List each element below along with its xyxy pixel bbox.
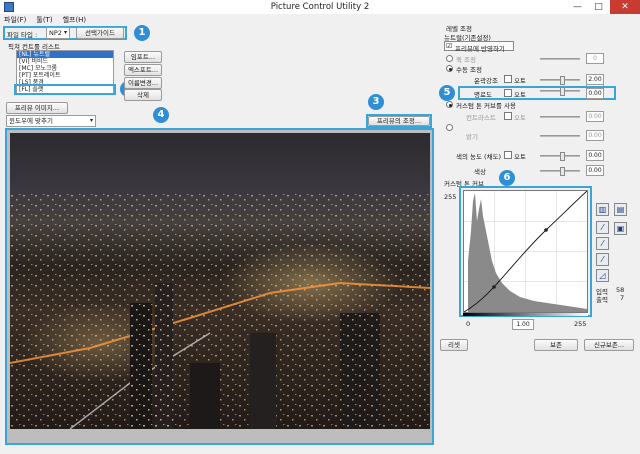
contrast-value[interactable]: 0.00 [586, 111, 604, 122]
preview-image-button[interactable]: 프리뷰 이미지... [6, 102, 68, 114]
hue-slider[interactable] [540, 167, 580, 176]
file-type-value: NP2 [49, 29, 62, 37]
preview-adjust-button[interactable]: 프리뷰의 조정... [368, 116, 430, 126]
saturation-auto-checkbox[interactable] [504, 151, 512, 159]
checkmark-icon: ☑ [446, 42, 453, 50]
fit-window-value: 윈도우에 맞추기 [9, 117, 53, 125]
hue-value[interactable]: 0.00 [586, 165, 604, 176]
menu-help[interactable]: 헬프(H) [63, 15, 87, 25]
quick-adjust-slider[interactable] [540, 58, 580, 60]
quick-adjust-radio[interactable] [446, 55, 453, 62]
white-eyedropper-icon[interactable]: ⁄ [596, 253, 609, 266]
quick-adjust-label: 퀵 조정 [456, 56, 477, 64]
reset-button[interactable]: 리셋 [440, 339, 468, 351]
list-item[interactable]: [VI] 비비드 [17, 58, 113, 65]
input-gradient-bar [463, 313, 588, 316]
badge-4: 4 [153, 107, 169, 123]
quick-adjust-value[interactable]: 0 [586, 53, 604, 64]
delete-button[interactable]: 삭제 [124, 89, 162, 101]
tone-curve-graph[interactable] [463, 190, 588, 313]
tone-curve-svg [463, 190, 588, 313]
clarity-row-value[interactable]: 0.00 [586, 88, 604, 99]
maximize-button[interactable]: □ [588, 0, 609, 14]
reset-curve-icon[interactable]: ◿ [596, 269, 609, 282]
curve-x-max-label: 255 [574, 320, 587, 328]
clarity-auto-checkbox[interactable] [504, 89, 512, 97]
curve-point [544, 228, 548, 232]
curve-y-max-label: 255 [444, 193, 457, 201]
histogram [468, 193, 587, 312]
slider-thumb[interactable] [560, 152, 565, 161]
clarity-auto-label: 오토 [514, 91, 526, 99]
chevron-down-icon: ▾ [89, 117, 93, 124]
saturation-slider[interactable] [540, 152, 580, 161]
brightness-value[interactable]: 0.00 [586, 130, 604, 141]
file-type-select[interactable]: NP2 ▾ [46, 27, 70, 39]
city-night-illustration [10, 193, 430, 429]
preview-image[interactable] [10, 133, 430, 429]
input-value: 58 [616, 286, 625, 294]
saturation-label: 색의 농도 (채도) [456, 153, 502, 161]
minimize-button[interactable]: — [567, 0, 588, 14]
output-label: 출력 [596, 296, 608, 304]
manual-adjust-radio[interactable] [446, 65, 453, 72]
badge-5: 5 [439, 85, 455, 101]
title-bar: Picture Control Utility 2 — □ ✕ [0, 0, 640, 14]
save-button[interactable]: 보존 [534, 339, 578, 351]
brightness-label: 밝기 [466, 133, 478, 141]
menu-tools[interactable]: 툴(T) [36, 15, 52, 25]
contrast-auto-label: 오토 [514, 114, 526, 122]
menu-bar: 파일(F) 툴(T) 헬프(H) [4, 15, 86, 25]
saturation-auto-label: 오토 [514, 153, 526, 161]
manual-adjust-label: 수동 조정 [456, 66, 482, 74]
hue-label: 색상 [474, 168, 486, 176]
export-button[interactable]: 엑스포트... [124, 64, 162, 76]
output-value: 7 [620, 294, 625, 302]
sharpness-auto-label: 오토 [514, 77, 526, 85]
import-button[interactable]: 임포트... [124, 51, 162, 63]
curve-x-mid-value[interactable]: 1.00 [512, 319, 534, 330]
standard-curve-radio[interactable] [446, 124, 453, 131]
curve-point [492, 285, 496, 289]
clarity-row-label: 명료도 [474, 91, 492, 99]
chevron-down-icon: ▾ [63, 29, 67, 36]
badge-6: 6 [499, 170, 515, 186]
sharpness-slider[interactable] [540, 76, 580, 85]
custom-curve-radio[interactable] [446, 101, 453, 108]
save-new-button[interactable]: 신규보존... [584, 339, 634, 351]
sharpness-auto-checkbox[interactable] [504, 75, 512, 83]
badge-1: 1 [134, 25, 150, 41]
apply-preview-label: 프리뷰에 반영하기 [455, 45, 505, 53]
window-title: Picture Control Utility 2 [270, 2, 370, 12]
selection-guide-button[interactable]: 선택가이드 [76, 27, 124, 39]
contrast-label: 컨트라스트 [466, 114, 496, 122]
list-item[interactable]: [NL] 뉴트럴 [17, 51, 113, 58]
curve-x-min-label: 0 [466, 320, 471, 328]
contrast-slider[interactable] [540, 116, 580, 118]
list-item[interactable]: [MC] 모노크롬 [17, 65, 113, 72]
list-highlight [14, 84, 116, 95]
sharpness-label: 윤곽강조 [474, 77, 498, 85]
curve-mode-icon[interactable]: ▥ [596, 203, 609, 216]
save-disk-icon[interactable]: ▣ [614, 222, 627, 235]
slider-thumb[interactable] [560, 76, 565, 85]
black-eyedropper-icon[interactable]: ⁄ [596, 221, 609, 234]
list-item[interactable]: [PT] 포트레이트 [17, 72, 113, 79]
rename-button[interactable]: 이름변경... [124, 77, 162, 89]
saturation-value[interactable]: 0.00 [586, 150, 604, 161]
gray-eyedropper-icon[interactable]: ⁄ [596, 237, 609, 250]
menu-file[interactable]: 파일(F) [4, 15, 26, 25]
custom-curve-label: 커스텀 톤 커브를 사용 [456, 102, 517, 110]
brightness-slider[interactable] [540, 135, 580, 137]
badge-3: 3 [368, 94, 384, 110]
fit-window-select[interactable]: 윈도우에 맞추기 ▾ [6, 115, 96, 127]
close-button[interactable]: ✕ [610, 0, 640, 14]
apply-preview-checkbox[interactable]: ☑ 프리뷰에 반영하기 [444, 41, 514, 53]
file-type-label: 파일 타입 : [7, 31, 38, 39]
contrast-auto-checkbox[interactable] [504, 112, 512, 120]
open-folder-icon[interactable]: ▤ [614, 203, 627, 216]
slider-thumb[interactable] [560, 167, 565, 176]
